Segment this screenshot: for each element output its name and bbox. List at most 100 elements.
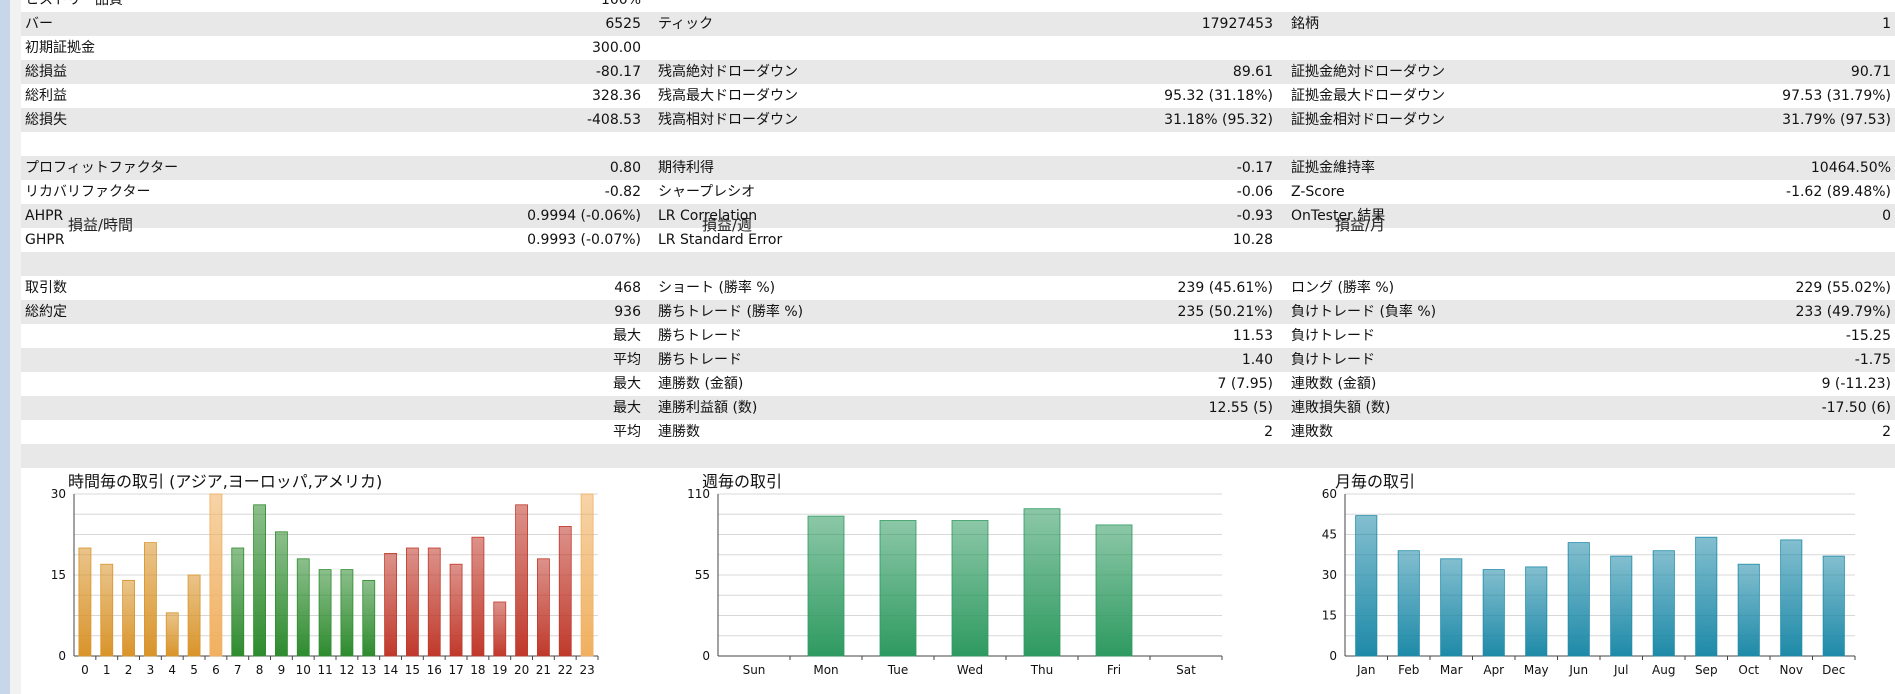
report-row	[21, 132, 1895, 156]
bar-20	[515, 504, 528, 657]
metric-value: 31.18% (95.32)	[1164, 112, 1273, 128]
bar-3	[144, 542, 157, 657]
x-tick-label: 16	[427, 663, 442, 677]
x-tick-label: Aug	[1652, 663, 1675, 677]
bar-9	[275, 531, 288, 657]
x-tick-label: Sat	[1176, 663, 1196, 677]
report-row: 取引数 468 ショート (勝率 %) 239 (45.61%) ロング (勝率 %) 2…	[21, 276, 1895, 300]
metric-value: 229 (55.02%)	[1795, 280, 1891, 296]
bar-Feb	[1397, 550, 1420, 657]
bar-6	[209, 493, 223, 657]
metric-value: 11.53	[1232, 328, 1273, 344]
x-tick-label: 14	[383, 663, 398, 677]
metric-label: 取引数	[25, 280, 67, 296]
metric-value	[991, 444, 1273, 468]
bar-19	[493, 601, 507, 657]
metric-value: 7 (7.95)	[1217, 376, 1273, 392]
metric-label	[25, 372, 345, 396]
y-tick-label: 30	[1322, 568, 1337, 582]
x-tick-label: 19	[492, 663, 507, 677]
metric-label	[25, 252, 345, 276]
y-tick-label: 60	[1322, 487, 1337, 501]
backtest-report-table: ヒストリー品質 100% バー 6525 ティック 17927453 銘柄 1 初期証拠金 3…	[21, 0, 1895, 470]
metric-value: -0.06	[1236, 184, 1273, 200]
metric-value: 89.61	[1232, 64, 1273, 80]
x-tick-label: 22	[558, 663, 573, 677]
chart-plot: 0 15 30 45 60 Jan Feb Mar Apr May Jun Jul Aug Sep Oct N…	[1322, 487, 1856, 677]
metric-value: 10.28	[1232, 232, 1273, 248]
metric-value: 0.9993 (-0.07%)	[527, 232, 641, 248]
x-tick-label: 20	[514, 663, 529, 677]
metric-value: 95.32 (31.18%)	[1164, 88, 1273, 104]
report-row: 平均 勝ちトレード 1.40 負けトレード -1.75	[21, 348, 1895, 372]
bar-Wed	[951, 520, 989, 657]
metric-label: 残高最大ドローダウン	[658, 88, 798, 104]
metric-value	[1551, 228, 1891, 252]
y-tick-label: 0	[702, 649, 710, 663]
bar-Tue	[879, 520, 917, 657]
report-row: プロフィットファクター 0.80 期待利得 -0.17 証拠金維持率 10464.50%	[21, 156, 1895, 180]
x-tick-label: Jun	[1568, 663, 1588, 677]
x-tick-label: 7	[234, 663, 242, 677]
report-row: GHPR 0.9993 (-0.07%) LR Standard Error 10.2…	[21, 228, 1895, 252]
bar-23	[580, 493, 594, 657]
metric-value	[991, 252, 1273, 276]
report-row: リカバリファクター -0.82 シャープレシオ -0.06 Z-Score -1.62 (…	[21, 180, 1895, 204]
metric-value: 平均	[613, 352, 641, 368]
metric-value: 300.00	[592, 40, 641, 56]
monthly-pl-label: 損益/月	[1335, 216, 1386, 234]
x-tick-label: Sun	[743, 663, 766, 677]
metric-label: ティック	[658, 16, 714, 32]
x-tick-label: 18	[470, 663, 485, 677]
report-row: 最大 連勝数 (金額) 7 (7.95) 連敗数 (金額) 9 (-11.23)	[21, 372, 1895, 396]
metric-value: 97.53 (31.79%)	[1782, 88, 1891, 104]
bar-Apr	[1482, 569, 1505, 657]
metric-label: バー	[25, 16, 53, 32]
x-tick-label: Fri	[1107, 663, 1121, 677]
y-tick-label: 45	[1322, 528, 1337, 542]
metric-label: プロフィットファクター	[25, 160, 179, 176]
metric-value: 最大	[613, 328, 641, 344]
bar-Nov	[1780, 539, 1803, 657]
metric-label	[658, 132, 988, 156]
report-row: 総利益 328.36 残高最大ドローダウン 95.32 (31.18%) 証拠金最大ドロ…	[21, 84, 1895, 108]
x-tick-label: 5	[190, 663, 198, 677]
metric-value: 12.55 (5)	[1208, 400, 1273, 416]
y-tick-label: 30	[51, 487, 66, 501]
metric-value: -0.93	[1236, 208, 1273, 224]
metric-value	[1551, 36, 1891, 60]
bar-13	[362, 580, 376, 657]
metric-value: -17.50 (6)	[1821, 400, 1891, 416]
metric-label	[25, 324, 345, 348]
metric-label: 勝ちトレード	[658, 352, 742, 368]
bar-Thu	[1023, 508, 1061, 657]
metric-value: 1	[1882, 16, 1891, 32]
metric-value: 936	[614, 304, 641, 320]
bar-Aug	[1652, 550, 1675, 657]
metric-value	[351, 444, 641, 468]
x-tick-label: Nov	[1780, 663, 1803, 677]
metric-label: 勝ちトレード	[658, 328, 742, 344]
bar-7	[231, 547, 245, 657]
metric-label: 総損益	[25, 64, 67, 80]
report-row: 最大 連勝利益額 (数) 12.55 (5) 連敗損失額 (数) -17.50 (6)	[21, 396, 1895, 420]
x-tick-label: 13	[361, 663, 376, 677]
x-tick-label: 3	[147, 663, 155, 677]
metric-value	[991, 36, 1273, 60]
metric-value: 10464.50%	[1810, 160, 1891, 176]
x-tick-label: 4	[168, 663, 176, 677]
bar-4	[165, 612, 179, 657]
x-tick-label: 15	[405, 663, 420, 677]
metric-label	[658, 36, 988, 60]
y-tick-label: 55	[695, 568, 710, 582]
report-row	[21, 444, 1895, 468]
x-tick-label: Oct	[1738, 663, 1759, 677]
weekly-trades-chart: 週毎の取引 0 55 110 Sun Mon Tue Wed Thu Fri Sat	[687, 470, 1232, 694]
report-row: 最大 勝ちトレード 11.53 負けトレード -15.25	[21, 324, 1895, 348]
bar-1	[100, 563, 114, 657]
x-tick-label: 9	[278, 663, 286, 677]
metric-value: -15.25	[1845, 328, 1891, 344]
x-tick-label: Jul	[1613, 663, 1628, 677]
x-tick-label: 2	[125, 663, 133, 677]
bar-2	[122, 580, 135, 657]
